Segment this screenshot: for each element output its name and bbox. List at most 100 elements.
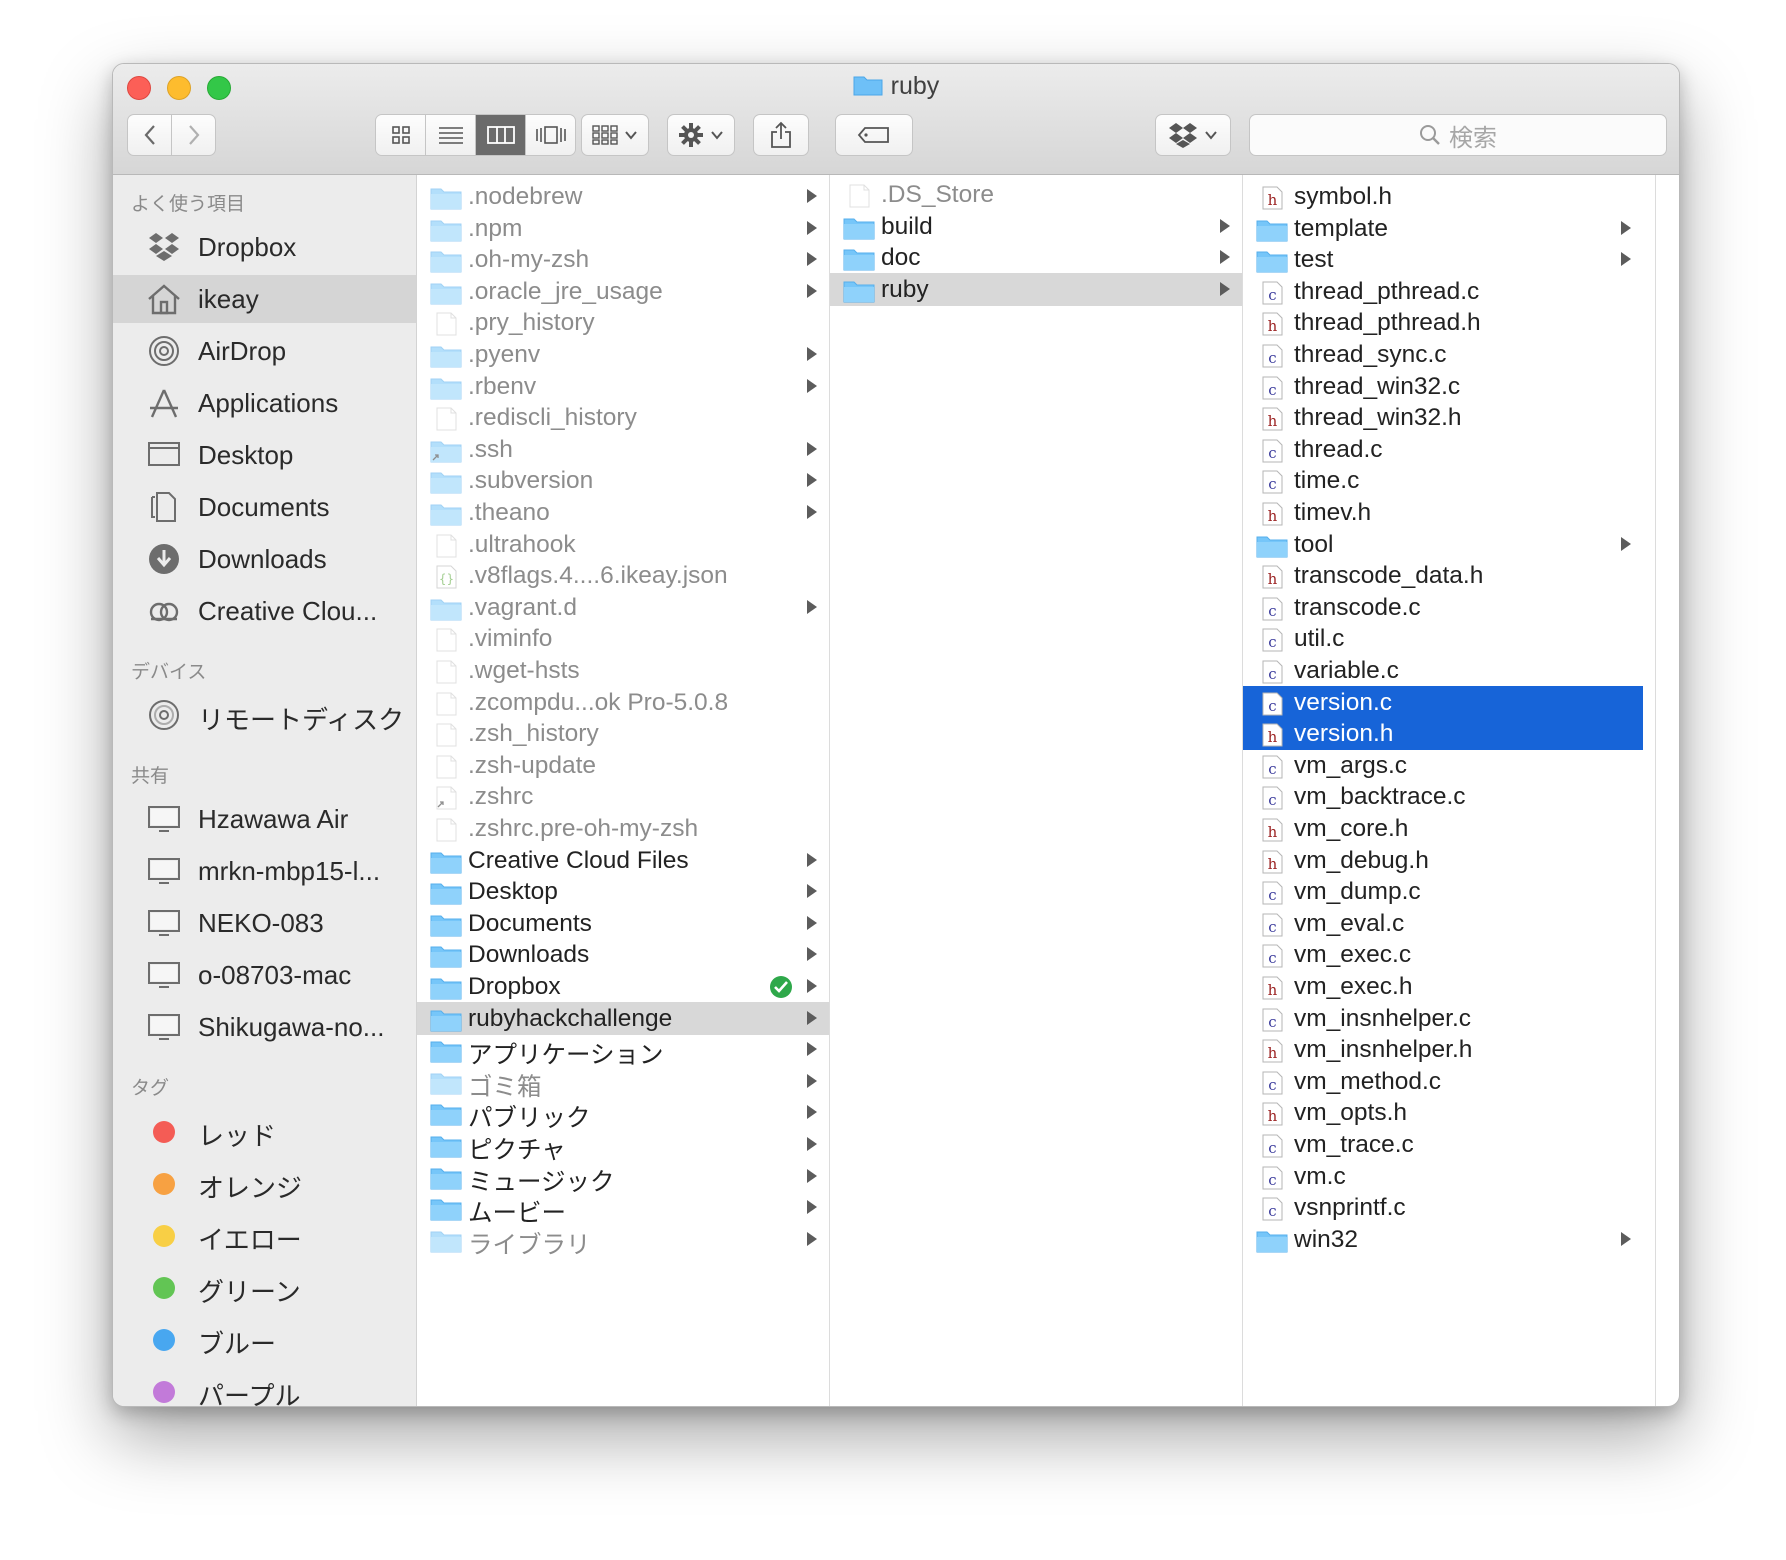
file-row[interactable]: c thread_pthread.c xyxy=(1243,275,1643,308)
folder-row[interactable]: .oracle_jre_usage xyxy=(417,275,829,308)
file-row[interactable]: h vm_opts.h xyxy=(1243,1096,1643,1129)
back-button[interactable] xyxy=(127,114,172,156)
file-row[interactable]: h vm_debug.h xyxy=(1243,844,1643,877)
file-row[interactable]: h thread_win32.h xyxy=(1243,401,1643,434)
file-row[interactable]: c vm_trace.c xyxy=(1243,1128,1643,1161)
sidebar-item[interactable]: Dropbox xyxy=(113,223,416,271)
sidebar-item[interactable]: mrkn-mbp15-l... xyxy=(113,847,416,895)
folder-row[interactable]: ライブラリ xyxy=(417,1223,829,1259)
folder-row[interactable]: test xyxy=(1243,243,1643,276)
file-row[interactable]: .pry_history xyxy=(417,306,829,339)
folder-row[interactable]: template xyxy=(1243,212,1643,245)
file-row[interactable]: c vsnprintf.c xyxy=(1243,1191,1643,1224)
folder-row[interactable]: win32 xyxy=(1243,1223,1643,1256)
file-row[interactable]: .zsh-update xyxy=(417,749,829,782)
search-field[interactable]: 検索 xyxy=(1249,114,1667,156)
sidebar-item[interactable]: リモートディスク xyxy=(113,691,416,739)
file-row[interactable]: .zshrc.pre-oh-my-zsh xyxy=(417,812,829,845)
sidebar-item[interactable]: Shikugawa-no... xyxy=(113,1003,416,1051)
file-row[interactable]: c variable.c xyxy=(1243,654,1643,687)
folder-row[interactable]: .theano xyxy=(417,496,829,529)
folder-row[interactable]: .rbenv xyxy=(417,370,829,403)
file-row[interactable]: .viminfo xyxy=(417,622,829,655)
sidebar-item[interactable]: Downloads xyxy=(113,535,416,583)
folder-row[interactable]: ゴミ箱 xyxy=(417,1065,829,1101)
folder-row[interactable]: ピクチャ xyxy=(417,1128,829,1164)
file-row[interactable]: c thread_sync.c xyxy=(1243,338,1643,371)
file-row[interactable]: c vm_insnhelper.c xyxy=(1243,1002,1643,1035)
file-row[interactable]: .zshrc xyxy=(417,780,829,813)
folder-row[interactable]: .vagrant.d xyxy=(417,591,829,624)
sidebar-item[interactable]: Hzawawa Air xyxy=(113,795,416,843)
sidebar-item[interactable]: Applications xyxy=(113,379,416,427)
file-row[interactable]: h vm_core.h xyxy=(1243,812,1643,845)
sidebar-item[interactable]: ブルー xyxy=(113,1315,416,1363)
tags-button[interactable] xyxy=(835,114,913,156)
folder-row[interactable]: tool xyxy=(1243,528,1643,561)
folder-row[interactable]: .ssh xyxy=(417,433,829,466)
folder-row[interactable]: build xyxy=(830,210,1242,243)
folder-row[interactable]: .oh-my-zsh xyxy=(417,243,829,276)
file-row[interactable]: h symbol.h xyxy=(1243,180,1643,213)
arrange-button[interactable] xyxy=(581,114,649,156)
file-row[interactable]: c version.c xyxy=(1243,685,1643,719)
file-row[interactable]: .ultrahook xyxy=(417,528,829,561)
file-row[interactable]: c time.c xyxy=(1243,464,1643,497)
sidebar-item[interactable]: NEKO-083 xyxy=(113,899,416,947)
folder-row[interactable]: rubyhackchallenge xyxy=(417,1001,829,1035)
file-row[interactable]: h timev.h xyxy=(1243,496,1643,529)
folder-row[interactable]: .subversion xyxy=(417,464,829,497)
file-row[interactable]: h vm_exec.h xyxy=(1243,970,1643,1003)
sidebar-item[interactable]: レッド xyxy=(113,1107,416,1155)
file-row[interactable]: c thread.c xyxy=(1243,433,1643,466)
file-row[interactable]: c vm_backtrace.c xyxy=(1243,780,1643,813)
folder-row[interactable]: パブリック xyxy=(417,1096,829,1132)
sidebar-item[interactable]: o-08703-mac xyxy=(113,951,416,999)
file-row[interactable]: c thread_win32.c xyxy=(1243,370,1643,403)
folder-row[interactable]: ミュージック xyxy=(417,1160,829,1196)
forward-button[interactable] xyxy=(171,114,216,156)
sidebar-item[interactable]: Documents xyxy=(113,483,416,531)
sidebar-item[interactable]: パープル xyxy=(113,1367,416,1406)
folder-row[interactable]: Creative Cloud Files xyxy=(417,844,829,877)
file-row[interactable]: c vm_args.c xyxy=(1243,749,1643,782)
sidebar-item[interactable]: ikeay xyxy=(113,275,416,323)
file-row[interactable]: h version.h xyxy=(1243,717,1643,751)
sidebar-item[interactable]: オレンジ xyxy=(113,1159,416,1207)
dropbox-button[interactable] xyxy=(1155,114,1231,156)
file-row[interactable]: c vm.c xyxy=(1243,1160,1643,1193)
file-row[interactable]: h vm_insnhelper.h xyxy=(1243,1033,1643,1066)
folder-row[interactable]: アプリケーション xyxy=(417,1033,829,1069)
sidebar-item[interactable]: Creative Clou... xyxy=(113,587,416,635)
sidebar-item[interactable]: グリーン xyxy=(113,1263,416,1311)
sidebar-item[interactable]: イエロー xyxy=(113,1211,416,1259)
folder-row[interactable]: Downloads xyxy=(417,938,829,971)
file-row[interactable]: h thread_pthread.h xyxy=(1243,306,1643,339)
file-row[interactable]: c vm_method.c xyxy=(1243,1065,1643,1098)
share-button[interactable] xyxy=(753,114,809,156)
list-view-button[interactable] xyxy=(426,115,476,155)
folder-row[interactable]: .pyenv xyxy=(417,338,829,371)
file-row[interactable]: c vm_exec.c xyxy=(1243,938,1643,971)
sidebar-item[interactable]: AirDrop xyxy=(113,327,416,375)
folder-row[interactable]: doc xyxy=(830,241,1242,274)
file-row[interactable]: h transcode_data.h xyxy=(1243,559,1643,592)
folder-row[interactable]: ムービー xyxy=(417,1191,829,1227)
folder-row[interactable]: .nodebrew xyxy=(417,180,829,213)
file-row[interactable]: .DS_Store xyxy=(830,178,1242,211)
action-button[interactable] xyxy=(667,114,735,156)
file-row[interactable]: .rediscli_history xyxy=(417,401,829,434)
file-row[interactable]: .zsh_history xyxy=(417,717,829,750)
file-row[interactable]: c vm_dump.c xyxy=(1243,875,1643,908)
icon-view-button[interactable] xyxy=(376,115,426,155)
file-row[interactable]: .zcompdu...ok Pro-5.0.8 xyxy=(417,686,829,719)
cover-flow-button[interactable] xyxy=(526,115,575,155)
file-row[interactable]: c vm_eval.c xyxy=(1243,907,1643,940)
folder-row[interactable]: Desktop xyxy=(417,875,829,908)
folder-row[interactable]: Documents xyxy=(417,907,829,940)
file-row[interactable]: {} .v8flags.4....6.ikeay.json xyxy=(417,559,829,592)
folder-row[interactable]: Dropbox xyxy=(417,970,829,1003)
file-row[interactable]: c util.c xyxy=(1243,622,1643,655)
folder-row[interactable]: ruby xyxy=(830,272,1242,306)
file-row[interactable]: c transcode.c xyxy=(1243,591,1643,624)
